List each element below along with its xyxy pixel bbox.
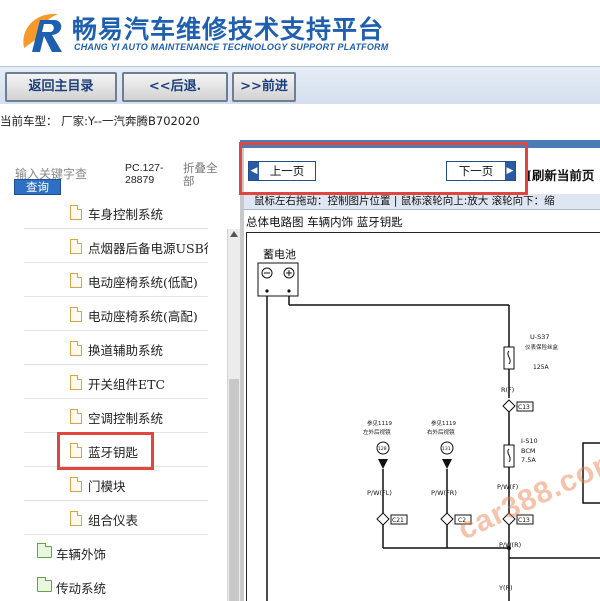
connector-c21-label: C21 bbox=[392, 517, 404, 524]
tree-item-seat-high[interactable]: 电动座椅系统(高配) bbox=[24, 297, 208, 331]
fuse-us37-desc: 仪表保险丝盒 bbox=[525, 343, 559, 351]
wiring-diagram[interactable]: 蓄电池 U-S37 仪表保险丝盒 125A R(F) C13 I-S10 BCM… bbox=[246, 232, 600, 601]
pc-number: PC.127-28879 bbox=[125, 162, 164, 186]
pin-128-label: 128 bbox=[378, 446, 387, 452]
breadcrumb: 总体电路图 车辆内饰 蓝牙钥匙 bbox=[246, 215, 403, 229]
tree-item-switch-etc[interactable]: 开关组件ETC bbox=[24, 365, 208, 399]
scroll-up-arrow-icon[interactable] bbox=[230, 231, 238, 237]
highlight-box-page-nav bbox=[239, 142, 528, 195]
sidebar: 输入关键字查 查询 PC.127-28879 折叠全部 车身控制系统 点烟器后备… bbox=[0, 148, 240, 601]
scrollbar-thumb[interactable] bbox=[229, 379, 239, 601]
tree-item-usb-power[interactable]: 点烟器后备电源USB行车 bbox=[24, 229, 208, 263]
file-icon bbox=[70, 409, 82, 424]
viewer-left-border bbox=[240, 148, 244, 601]
main-toolbar: 返回主目录 <<后退. >>前进 bbox=[0, 66, 600, 104]
file-icon bbox=[70, 239, 82, 254]
diagram-viewer: ◀ 上一页 下一页 ▶ [刷新当前页 鼠标左右拖动：控制图片位置 | 鼠标滚轮向… bbox=[240, 148, 600, 601]
connector-c21 bbox=[376, 512, 390, 526]
refresh-page-button[interactable]: [刷新当前页 bbox=[526, 165, 594, 184]
tree-item-lane-change[interactable]: 换道辅助系统 bbox=[24, 331, 208, 365]
fuse-is10-label: I-S10 bbox=[521, 437, 538, 445]
file-icon bbox=[70, 477, 82, 492]
tree-item-label: 门模块 bbox=[88, 479, 126, 494]
back-button[interactable]: <<后退. bbox=[122, 72, 228, 102]
tree-item-label: 组合仪表 bbox=[88, 513, 139, 528]
highlight-box-bluetooth-key bbox=[57, 432, 154, 470]
app-subtitle: CHANG YI AUTO MAINTENANCE TECHNOLOGY SUP… bbox=[74, 42, 389, 52]
file-icon bbox=[70, 205, 82, 220]
fuse-is10-amp: 7.5A bbox=[521, 456, 536, 464]
file-icon bbox=[70, 273, 82, 288]
tree-folder-label: 传动系统 bbox=[56, 581, 107, 596]
fuse-us37-amp: 125A bbox=[533, 364, 549, 371]
tree-item-ac-control[interactable]: 空调控制系统 bbox=[24, 399, 208, 433]
fuse-is10-bcm: BCM bbox=[521, 447, 536, 455]
fuse-us37-label: U-S37 bbox=[530, 333, 550, 341]
current-vehicle-text: 当前车型： 厂家:Y--一汽奔腾B702020 bbox=[0, 114, 200, 128]
tree-item-label: 空调控制系统 bbox=[88, 411, 164, 426]
ref-mid-title: 参见1119 bbox=[431, 419, 456, 427]
ref-mid-desc: 右外后视镜 bbox=[427, 428, 455, 436]
battery-label: 蓄电池 bbox=[263, 248, 296, 261]
tree-item-door-module[interactable]: 门模块 bbox=[24, 467, 208, 501]
wire-pwfl-label: P/W(FL) bbox=[367, 489, 392, 497]
folder-icon bbox=[37, 577, 52, 592]
app-header: 畅易汽车维修技术支持平台 CHANG YI AUTO MAINTENANCE T… bbox=[0, 0, 600, 66]
search-button[interactable]: 查询 bbox=[14, 179, 61, 195]
folder-icon bbox=[37, 543, 52, 558]
ref-left-title: 参见1119 bbox=[367, 419, 392, 427]
tree-item-label: 换道辅助系统 bbox=[88, 343, 164, 358]
connector-c13-top bbox=[502, 399, 516, 413]
app-title: 畅易汽车维修技术支持平台 bbox=[72, 15, 385, 44]
tree-folder-label: 车辆外饰 bbox=[56, 547, 107, 562]
tree-item-instrument-cluster[interactable]: 组合仪表 bbox=[24, 501, 208, 535]
tree-item-label: 电动座椅系统(低配) bbox=[88, 275, 198, 290]
file-icon bbox=[70, 307, 82, 322]
viewer-hint-bar: 鼠标左右拖动：控制图片位置 | 鼠标滚轮向上:放大 滚轮向下：缩 bbox=[244, 194, 600, 210]
sidebar-divider-mask bbox=[0, 140, 240, 148]
file-icon bbox=[70, 511, 82, 526]
home-button[interactable]: 返回主目录 bbox=[5, 72, 117, 102]
wire-yr-label: Y(R) bbox=[498, 584, 513, 592]
current-vehicle-bar: 当前车型： 厂家:Y--一汽奔腾B702020 bbox=[0, 104, 600, 140]
forward-button[interactable]: >>前进 bbox=[232, 72, 296, 102]
connector-c13-top-label: C13 bbox=[518, 404, 530, 411]
brand-logo bbox=[18, 8, 70, 58]
file-icon bbox=[70, 341, 82, 356]
pin-131-label: 131 bbox=[442, 446, 451, 452]
tree-folder-exterior[interactable]: 车辆外饰 bbox=[24, 535, 208, 569]
tree-item-label: 开关组件ETC bbox=[88, 377, 166, 392]
tree-folder-drivetrain[interactable]: 传动系统 bbox=[24, 569, 208, 601]
tree-item-label: 车身控制系统 bbox=[88, 207, 164, 222]
file-icon bbox=[70, 375, 82, 390]
tree-item-seat-low[interactable]: 电动座椅系统(低配) bbox=[24, 263, 208, 297]
connector-c2 bbox=[440, 512, 454, 526]
battery-symbol bbox=[257, 262, 299, 297]
tree-item-body-control[interactable]: 车身控制系统 bbox=[24, 195, 208, 229]
tree-item-label: 点烟器后备电源USB行车 bbox=[88, 241, 208, 256]
wire-rf-label: R(F) bbox=[501, 386, 514, 394]
sidebar-scrollbar[interactable] bbox=[227, 229, 240, 601]
ref-left-desc: 左外后视镜 bbox=[363, 428, 391, 436]
wire-pwfr-label: P/W(FR) bbox=[431, 489, 457, 497]
tree-item-label: 电动座椅系统(高配) bbox=[88, 309, 198, 324]
collapse-all-link[interactable]: 折叠全部 bbox=[183, 162, 223, 188]
